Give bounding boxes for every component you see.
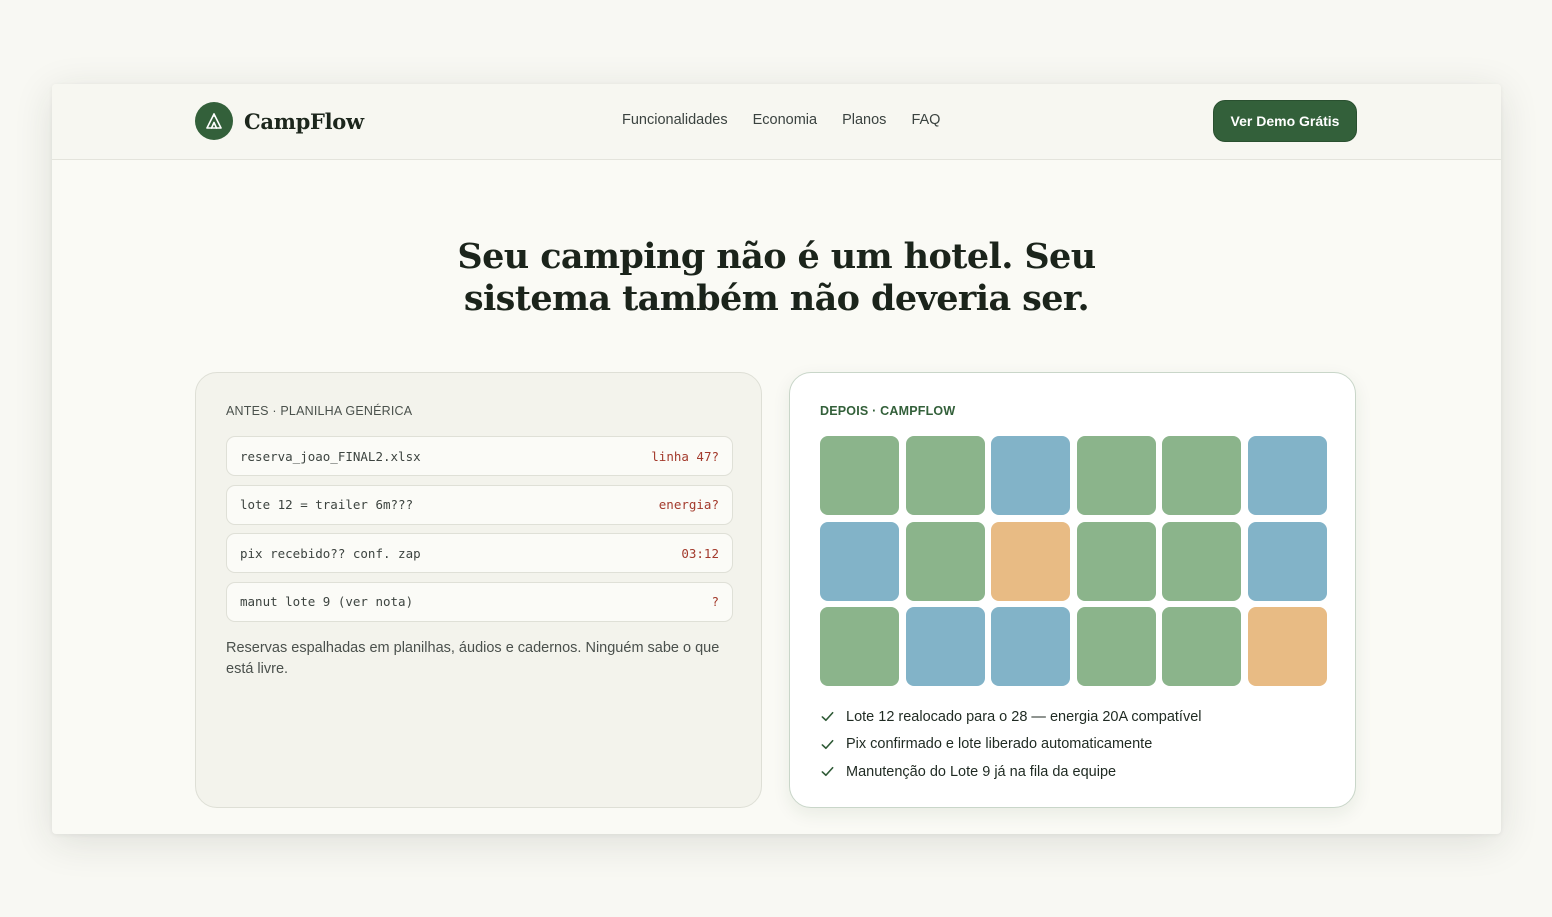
checkmark-icon (821, 767, 834, 777)
row-text: pix recebido?? conf. zap (240, 545, 421, 561)
spreadsheet-rows: reserva_joao_FINAL2.xlsx linha 47? lote … (226, 436, 733, 630)
row-flag: linha 47? (651, 448, 719, 464)
app-frame: CampFlow Funcionalidades Economia Planos… (52, 84, 1501, 834)
checklist-text: Manutenção do Lote 9 já na fila da equip… (846, 763, 1117, 780)
checklist-text: Pix confirmado e lote liberado automatic… (846, 736, 1153, 753)
tent-icon (195, 102, 233, 140)
lot-cell-green[interactable] (905, 436, 985, 515)
lot-cell-green[interactable] (1076, 607, 1156, 686)
headline-line-1: Seu camping não é um hotel. Seu (457, 236, 1096, 277)
row-flag: energia? (658, 497, 719, 512)
spreadsheet-row: pix recebido?? conf. zap 03:12 (226, 533, 733, 573)
spreadsheet-row: manut lote 9 (ver nota) ? (226, 581, 733, 622)
headline-line-2: sistema também não deveria ser. (463, 278, 1090, 319)
brand[interactable]: CampFlow (195, 102, 364, 140)
lot-cell-orange[interactable] (1247, 607, 1327, 686)
brand-name: CampFlow (244, 108, 364, 134)
nav-link-funcionalidades[interactable]: Funcionalidades (622, 112, 728, 128)
row-flag: 03:12 (681, 545, 719, 561)
spreadsheet-row: lote 12 = trailer 6m??? energia? (226, 484, 733, 525)
lot-cell-green[interactable] (1076, 521, 1156, 601)
lot-cell-blue[interactable] (905, 607, 985, 686)
top-nav: CampFlow Funcionalidades Economia Planos… (52, 84, 1501, 160)
before-card-label: ANTES · PLANILHA GENÉRICA (226, 404, 413, 418)
checkmark-icon (821, 712, 834, 722)
checkmark-icon (821, 739, 834, 749)
demo-cta-button[interactable]: Ver Demo Grátis (1213, 100, 1357, 142)
lot-map-grid (820, 436, 1327, 686)
checklist-item: Lote 12 realocado para o 28 — energia 20… (820, 703, 1202, 731)
lot-cell-blue[interactable] (991, 436, 1070, 515)
row-text: reserva_joao_FINAL2.xlsx (240, 448, 421, 464)
lot-cell-orange[interactable] (991, 521, 1070, 601)
lot-cell-green[interactable] (1162, 607, 1241, 686)
lot-cell-green[interactable] (905, 521, 985, 601)
checklist-text: Lote 12 realocado para o 28 — energia 20… (846, 708, 1202, 725)
lot-cell-blue[interactable] (820, 521, 899, 601)
lot-cell-green[interactable] (1076, 436, 1156, 515)
lot-cell-green[interactable] (1162, 436, 1241, 515)
row-text: manut lote 9 (ver nota) (240, 594, 414, 609)
page-headline: Seu camping não é um hotel. Seu sistema … (52, 236, 1501, 320)
checklist-item: Pix confirmado e lote liberado automatic… (820, 731, 1202, 759)
nav-link-economia[interactable]: Economia (753, 112, 817, 128)
checklist-item: Manutenção do Lote 9 já na fila da equip… (820, 758, 1202, 786)
row-text: lote 12 = trailer 6m??? (240, 497, 414, 512)
before-card: ANTES · PLANILHA GENÉRICA reserva_joao_F… (195, 372, 762, 808)
lot-cell-green[interactable] (1162, 521, 1241, 601)
lot-cell-blue[interactable] (1247, 436, 1327, 515)
after-card: DEPOIS · CAMPFLOW Lote 12 realocado para… (789, 372, 1356, 808)
result-checklist: Lote 12 realocado para o 28 — energia 20… (820, 703, 1202, 786)
before-description: Reservas espalhadas em planilhas, áudios… (226, 640, 720, 677)
lot-cell-blue[interactable] (1247, 521, 1327, 601)
nav-link-faq[interactable]: FAQ (911, 112, 940, 128)
spreadsheet-row: reserva_joao_FINAL2.xlsx linha 47? (226, 436, 733, 476)
after-card-label: DEPOIS · CAMPFLOW (820, 404, 956, 418)
lot-cell-blue[interactable] (991, 607, 1070, 686)
nav-links: Funcionalidades Economia Planos FAQ (622, 112, 940, 128)
lot-cell-green[interactable] (820, 436, 899, 515)
nav-link-planos[interactable]: Planos (842, 112, 886, 128)
row-flag: ? (711, 594, 719, 609)
lot-cell-green[interactable] (820, 607, 899, 686)
